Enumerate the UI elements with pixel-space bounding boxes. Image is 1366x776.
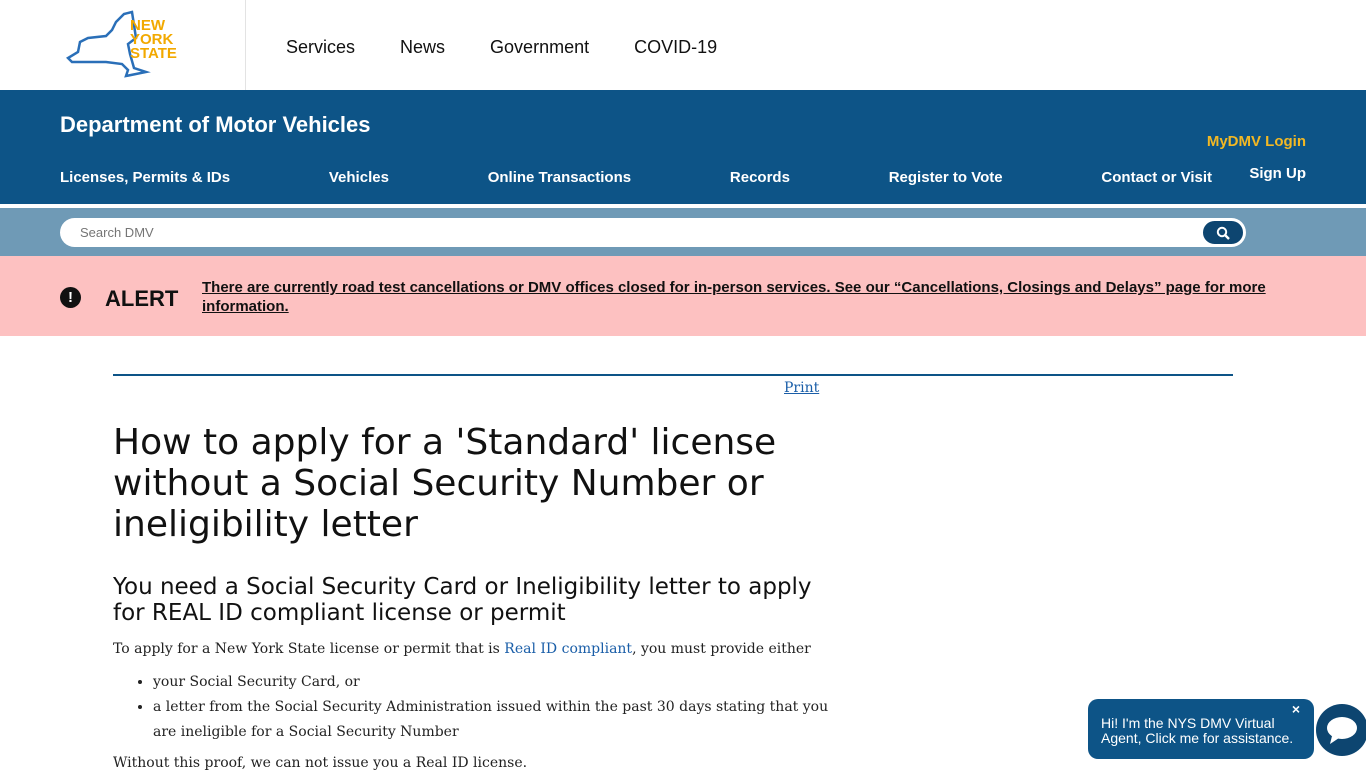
- global-nav: Services News Government COVID-19: [286, 37, 717, 58]
- intro-text-end: , you must provide either: [632, 641, 811, 657]
- dmv-title[interactable]: Department of Motor Vehicles: [60, 112, 371, 138]
- chat-text: Hi! I'm the NYS DMV Virtual Agent, Click…: [1101, 715, 1294, 746]
- nav-contact[interactable]: Contact or Visit: [1101, 169, 1212, 186]
- dmv-header: Department of Motor Vehicles MyDMV Login…: [0, 90, 1366, 204]
- alert-label: ALERT: [105, 286, 179, 311]
- requirements-list: your Social Security Card, or a letter f…: [153, 670, 853, 745]
- nav-online-transactions[interactable]: Online Transactions: [488, 169, 631, 186]
- divider: [245, 0, 246, 90]
- dmv-nav: Licenses, Permits & IDs Vehicles Online …: [60, 169, 1212, 186]
- divider: [113, 374, 1233, 376]
- closing-paragraph: Without this proof, we can not issue you…: [113, 755, 528, 771]
- search-bar: [0, 204, 1366, 256]
- nav-services[interactable]: Services: [286, 37, 355, 58]
- chat-button[interactable]: [1316, 704, 1366, 756]
- page-title: How to apply for a 'Standard' license wi…: [113, 422, 777, 545]
- nav-licenses[interactable]: Licenses, Permits & IDs: [60, 169, 230, 186]
- nav-vehicles[interactable]: Vehicles: [329, 169, 389, 186]
- search-icon: [1216, 226, 1230, 240]
- alert-link[interactable]: There are currently road test cancellati…: [202, 278, 1282, 316]
- real-id-link[interactable]: Real ID compliant: [504, 641, 632, 657]
- print-link[interactable]: Print: [784, 380, 819, 396]
- nav-government[interactable]: Government: [490, 37, 589, 58]
- new-york-state-logo[interactable]: NEW YORK STATE: [66, 8, 181, 80]
- sign-up-link[interactable]: Sign Up: [1249, 165, 1306, 182]
- nav-covid-19[interactable]: COVID-19: [634, 37, 717, 58]
- list-item: a letter from the Social Security Admini…: [153, 695, 853, 745]
- chat-bubble-icon: [1327, 717, 1357, 744]
- global-header: NEW YORK STATE Services News Government …: [0, 0, 1366, 90]
- body-text: To apply for a New York State license or…: [113, 637, 853, 776]
- virtual-agent-bubble[interactable]: × Hi! I'm the NYS DMV Virtual Agent, Cli…: [1088, 699, 1314, 759]
- nav-news[interactable]: News: [400, 37, 445, 58]
- exclamation-icon: !: [60, 287, 81, 308]
- svg-text:STATE: STATE: [130, 45, 177, 62]
- close-icon[interactable]: ×: [1292, 702, 1300, 717]
- nav-register-to-vote[interactable]: Register to Vote: [889, 169, 1003, 186]
- section-heading: You need a Social Security Card or Ineli…: [113, 574, 812, 626]
- search-button[interactable]: [1201, 219, 1245, 246]
- alert-banner: ! ALERT There are currently road test ca…: [0, 256, 1366, 336]
- list-item: your Social Security Card, or: [153, 670, 853, 695]
- mydmv-login-link[interactable]: MyDMV Login: [1207, 133, 1306, 150]
- nav-records[interactable]: Records: [730, 169, 790, 186]
- intro-paragraph: To apply for a New York State license or…: [113, 637, 853, 662]
- search-input[interactable]: [60, 218, 1246, 247]
- intro-text: To apply for a New York State license or…: [113, 641, 505, 657]
